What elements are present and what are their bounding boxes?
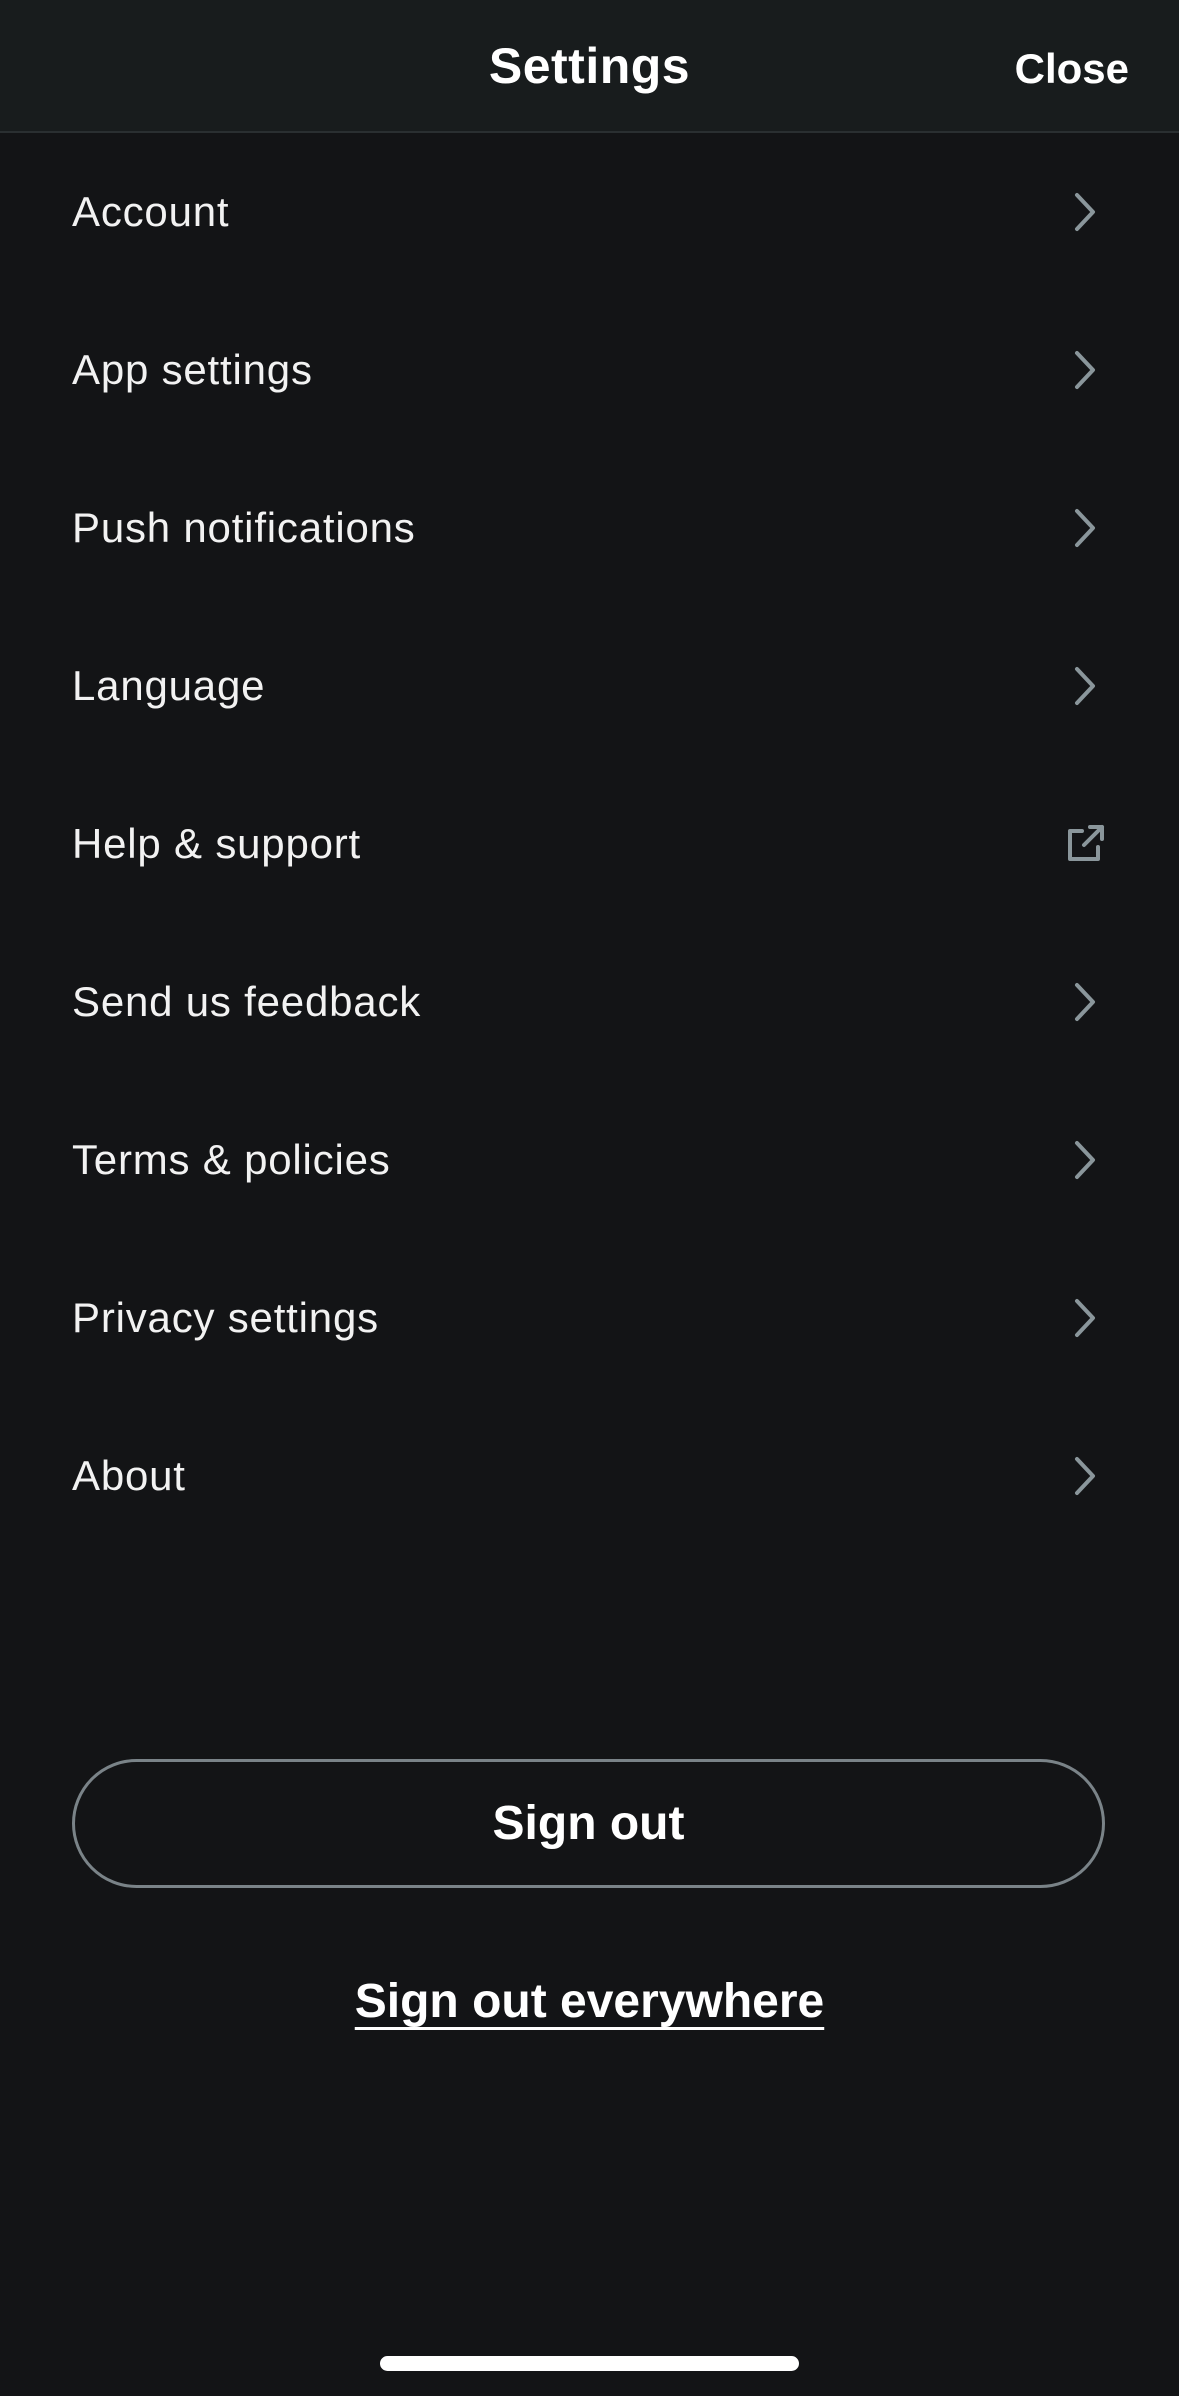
menu-item-label: Help & support bbox=[72, 820, 362, 867]
chevron-right-icon bbox=[1063, 348, 1107, 392]
sign-out-everywhere-container: Sign out everywhere bbox=[0, 1974, 1179, 2029]
chevron-right-icon bbox=[1063, 190, 1107, 234]
external-link-icon bbox=[1063, 822, 1107, 866]
menu-item-label: App settings bbox=[72, 346, 313, 393]
menu-item-label: Push notifications bbox=[72, 504, 416, 551]
chevron-right-icon bbox=[1063, 506, 1107, 550]
chevron-right-icon bbox=[1063, 1138, 1107, 1182]
chevron-right-icon bbox=[1063, 1296, 1107, 1340]
menu-item-label: Account bbox=[72, 188, 230, 235]
menu-item-label: Send us feedback bbox=[72, 978, 422, 1025]
chevron-right-icon bbox=[1063, 980, 1107, 1024]
menu-item-app-settings[interactable]: App settings bbox=[0, 291, 1179, 449]
settings-menu: Account App settings Push notifications … bbox=[0, 133, 1179, 1555]
menu-item-help-support[interactable]: Help & support bbox=[0, 765, 1179, 923]
chevron-right-icon bbox=[1063, 1454, 1107, 1498]
menu-item-account[interactable]: Account bbox=[0, 133, 1179, 291]
menu-item-send-feedback[interactable]: Send us feedback bbox=[0, 923, 1179, 1081]
menu-item-label: About bbox=[72, 1452, 186, 1499]
sign-out-button[interactable]: Sign out bbox=[72, 1759, 1105, 1888]
home-indicator bbox=[380, 2356, 799, 2371]
menu-item-label: Language bbox=[72, 662, 266, 709]
menu-item-push-notifications[interactable]: Push notifications bbox=[0, 449, 1179, 607]
chevron-right-icon bbox=[1063, 664, 1107, 708]
sign-out-everywhere-link[interactable]: Sign out everywhere bbox=[355, 1975, 824, 2028]
close-button[interactable]: Close bbox=[1015, 0, 1129, 133]
page-title: Settings bbox=[488, 38, 691, 94]
menu-item-language[interactable]: Language bbox=[0, 607, 1179, 765]
header-bar: Settings Close bbox=[0, 0, 1179, 133]
menu-item-terms-policies[interactable]: Terms & policies bbox=[0, 1081, 1179, 1239]
menu-item-label: Terms & policies bbox=[72, 1136, 391, 1183]
menu-item-label: Privacy settings bbox=[72, 1294, 379, 1341]
menu-item-privacy-settings[interactable]: Privacy settings bbox=[0, 1239, 1179, 1397]
menu-item-about[interactable]: About bbox=[0, 1397, 1179, 1555]
